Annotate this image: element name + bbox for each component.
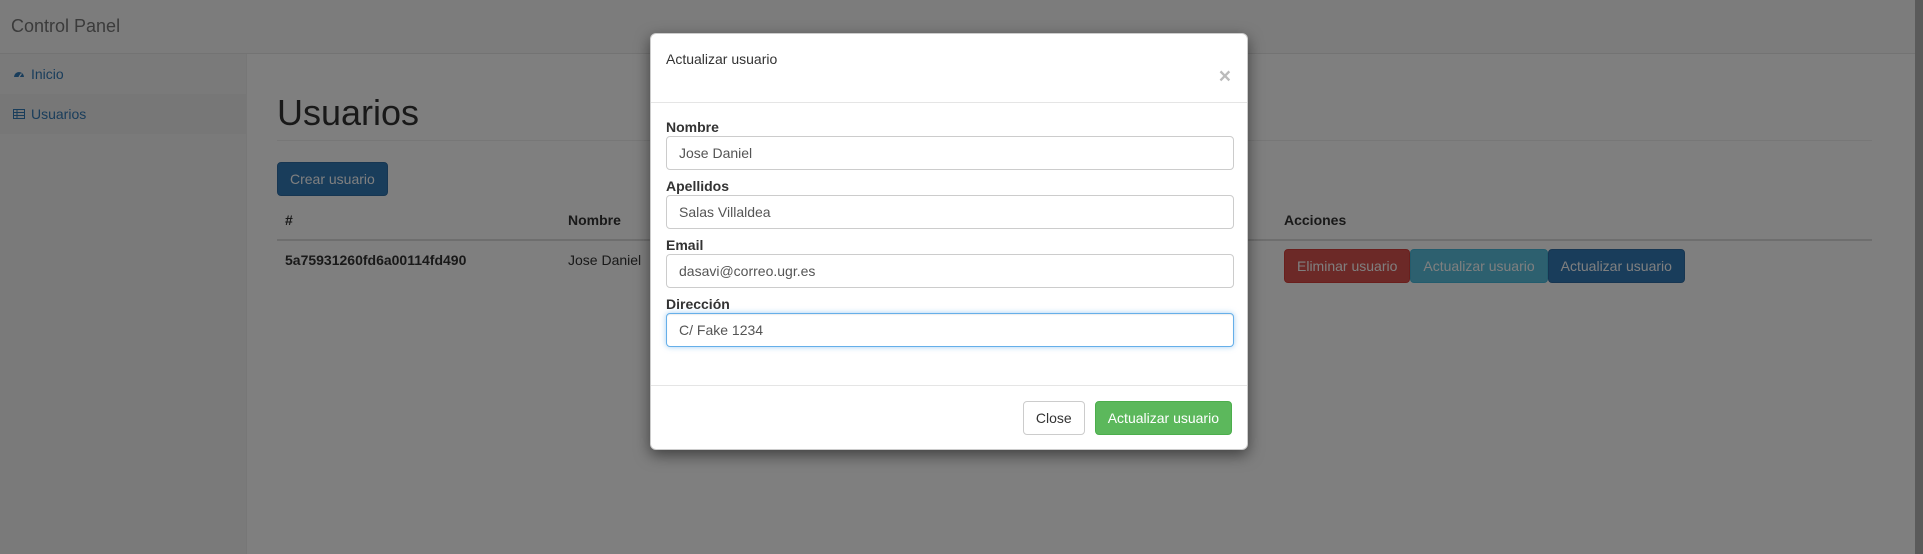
modal-footer: Close Actualizar usuario [651, 385, 1247, 450]
close-icon[interactable]: × [1219, 66, 1231, 87]
field-direccion: Dirección [666, 296, 1234, 355]
modal-body: Nombre Apellidos Email Dirección [666, 119, 1234, 355]
update-user-modal: Actualizar usuario × Nombre Apellidos Em… [650, 33, 1248, 450]
field-label: Email [666, 237, 704, 253]
field-nombre: Nombre [666, 119, 1234, 178]
field-label: Nombre [666, 119, 719, 135]
field-label: Dirección [666, 296, 730, 312]
nombre-input[interactable] [666, 136, 1234, 170]
email-input[interactable] [666, 254, 1234, 288]
direccion-input[interactable] [666, 313, 1234, 347]
field-apellidos: Apellidos [666, 178, 1234, 237]
field-email: Email [666, 237, 1234, 296]
close-button[interactable]: Close [1022, 401, 1085, 435]
modal-footer-buttons: Close Actualizar usuario [1022, 401, 1232, 435]
field-label: Apellidos [666, 178, 730, 194]
modal-header: Actualizar usuario × [651, 34, 1247, 103]
scrollbar[interactable] [1915, 0, 1923, 554]
submit-update-button[interactable]: Actualizar usuario [1094, 401, 1232, 435]
modal-title: Actualizar usuario [666, 51, 778, 67]
apellidos-input[interactable] [666, 195, 1234, 229]
